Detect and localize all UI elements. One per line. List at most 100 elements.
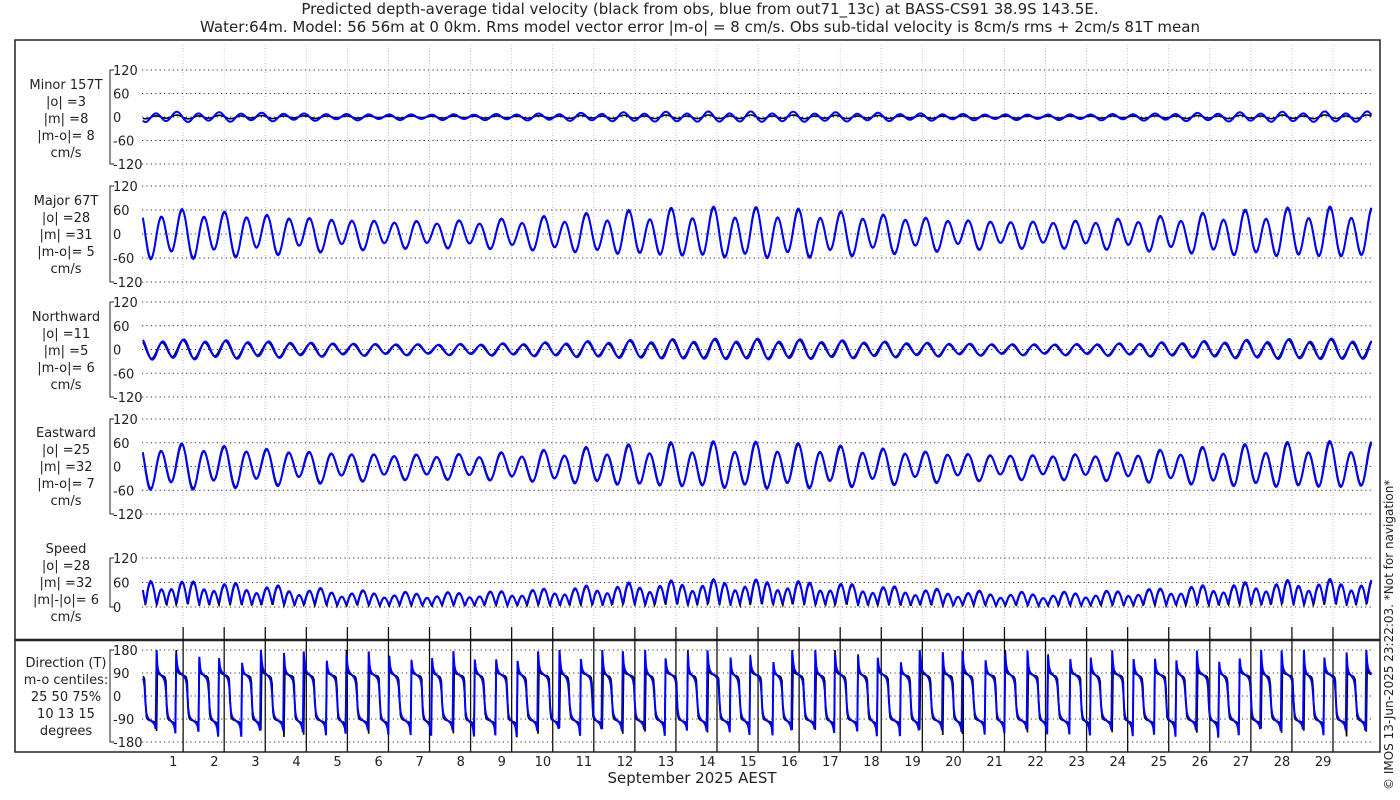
panel-label-line: degrees	[40, 724, 93, 739]
x-tick-label: 11	[576, 755, 593, 770]
panel-label-line: Northward	[32, 310, 100, 325]
panel-label-line: |m| =8	[44, 112, 89, 127]
panel-label-line: |o| =25	[42, 443, 90, 458]
x-tick-label: 29	[1315, 755, 1332, 770]
panel-label-line: Minor 157T	[29, 78, 102, 93]
panel-label-line: |m-o|= 6	[37, 361, 95, 376]
y-tick-label: 0	[113, 111, 121, 126]
x-tick-label: 14	[699, 755, 716, 770]
x-tick-label: 26	[1192, 755, 1209, 770]
y-tick-label: 60	[113, 577, 130, 592]
model-series-line	[141, 205, 1373, 261]
x-tick-label: 18	[863, 755, 880, 770]
x-tick-label: 27	[1233, 755, 1250, 770]
y-tick-label: 60	[113, 320, 130, 335]
panel-label-line: cm/s	[51, 610, 82, 625]
y-tick-label: 120	[113, 552, 138, 567]
x-tick-label: 12	[617, 755, 634, 770]
panel-direction: 180 90 0 -90 -180 Direction (T) m-o centiles: 2…	[24, 644, 1373, 751]
panel-label-line: |o| =3	[46, 95, 86, 110]
y-tick-label: 120	[113, 296, 138, 311]
x-tick-label: 16	[781, 755, 798, 770]
panel-label-line: |m-o|= 7	[37, 477, 95, 492]
panel-label-line: |m| =32	[40, 576, 93, 591]
panel-north: 120 60 0 -60 -120 Northward |o| =11 |m| =5 |m-o|…	[32, 296, 1373, 406]
panel-label-line: |m|-|o|= 6	[33, 593, 99, 608]
panel-label-line: |m-o|= 8	[37, 129, 95, 144]
model-series-line	[141, 439, 1373, 492]
panel-label-line: cm/s	[51, 146, 82, 161]
y-tick-label: -120	[113, 391, 143, 406]
x-tick-label: 15	[740, 755, 757, 770]
panel-label-line: m-o centiles:	[24, 673, 109, 688]
y-tick-label: 0	[113, 690, 121, 705]
x-tick-label: 13	[658, 755, 675, 770]
panel-label-line: |m| =31	[40, 228, 93, 243]
x-tick-label: 23	[1068, 755, 1085, 770]
y-tick-label: 0	[113, 344, 121, 359]
y-tick-label: -120	[113, 508, 143, 523]
chart-title: Predicted depth-average tidal velocity (…	[301, 0, 1098, 19]
y-tick-label: 120	[113, 180, 138, 195]
panel-label-line: |m-o|= 5	[37, 245, 95, 260]
y-tick-label: -120	[113, 276, 143, 291]
panel-label-line: |o| =11	[42, 327, 90, 342]
x-tick-label: 19	[904, 755, 921, 770]
panel-label-line: cm/s	[51, 378, 82, 393]
y-tick-label: 0	[113, 601, 121, 616]
grid-layer	[182, 45, 1334, 752]
x-tick-label: 6	[374, 755, 382, 770]
panel-label-line: |m| =32	[40, 460, 93, 475]
panel-label-line: |o| =28	[42, 211, 90, 226]
panel-label-line: Eastward	[36, 426, 96, 441]
x-tick-label: 22	[1027, 755, 1044, 770]
y-tick-label: -180	[113, 736, 143, 751]
panel-east: 120 60 0 -60 -120 Eastward |o| =25 |m| =32 |m-o|…	[36, 413, 1373, 523]
y-tick-label: 120	[113, 64, 138, 79]
model-series-line	[141, 649, 1373, 738]
panels-layer: 120 60 0 -60 -120 Minor 157T |o| =3 |m| =8 |m-o|…	[24, 64, 1373, 751]
panel-label-line: Direction (T)	[26, 656, 107, 671]
y-tick-label: -90	[113, 713, 134, 728]
y-tick-label: 60	[113, 204, 130, 219]
y-tick-label: -60	[113, 135, 134, 150]
x-tick-label: 17	[822, 755, 839, 770]
y-tick-label: 180	[113, 644, 138, 659]
x-axis-label: September 2025 AEST	[607, 769, 777, 787]
y-tick-label: 90	[113, 667, 130, 682]
chart-subtitle: Water:64m. Model: 56 56m at 0 0km. Rms m…	[200, 18, 1200, 36]
x-tick-label: 2	[210, 755, 218, 770]
x-axis: 1 2 3 4 5 6 7 8 9 10 11 12 13 14 15 16 17 18 19 20 21 22 23 24 2…	[169, 755, 1331, 770]
x-tick-label: 4	[292, 755, 300, 770]
y-tick-label: -60	[113, 252, 134, 267]
panel-speed: 120 60 0 Speed |o| =28 |m| =32 |m|-|o|= 6 cm/s	[33, 542, 1373, 625]
tidal-velocity-chart: Predicted depth-average tidal velocity (…	[14, 0, 1396, 790]
x-tick-label: 25	[1151, 755, 1168, 770]
panel-label-line: cm/s	[51, 262, 82, 277]
x-tick-label: 20	[945, 755, 962, 770]
y-tick-label: -120	[113, 158, 143, 173]
y-tick-label: 0	[113, 228, 121, 243]
y-tick-label: 120	[113, 413, 138, 428]
x-tick-label: 8	[457, 755, 465, 770]
panel-label-line: 10 13 15	[37, 707, 95, 722]
x-tick-label: 9	[498, 755, 506, 770]
panel-label-line: Speed	[46, 542, 87, 557]
panel-label-line: cm/s	[51, 494, 82, 509]
panel-major: 120 60 0 -60 -120 Major 67T |o| =28 |m| =31 |m-o…	[34, 180, 1373, 291]
panel-label-line: Major 67T	[34, 194, 99, 209]
x-tick-label: 3	[251, 755, 259, 770]
x-tick-label: 10	[535, 755, 552, 770]
x-tick-label: 21	[986, 755, 1003, 770]
x-tick-label: 7	[416, 755, 424, 770]
panel-label-line: |o| =28	[42, 559, 90, 574]
panel-label-line: |m| =5	[44, 344, 89, 359]
x-tick-label: 5	[333, 755, 341, 770]
model-series-line	[142, 337, 1373, 361]
y-tick-label: -60	[113, 484, 134, 499]
y-tick-label: 60	[113, 437, 130, 452]
plot-frame	[14, 39, 1381, 753]
y-tick-label: -60	[113, 367, 134, 382]
copyright-note: © IMOS 13-Jun-2025 23:22:03. *Not for na…	[1382, 480, 1396, 790]
panel-minor: 120 60 0 -60 -120 Minor 157T |o| =3 |m| =8 |m-o|…	[29, 64, 1373, 173]
